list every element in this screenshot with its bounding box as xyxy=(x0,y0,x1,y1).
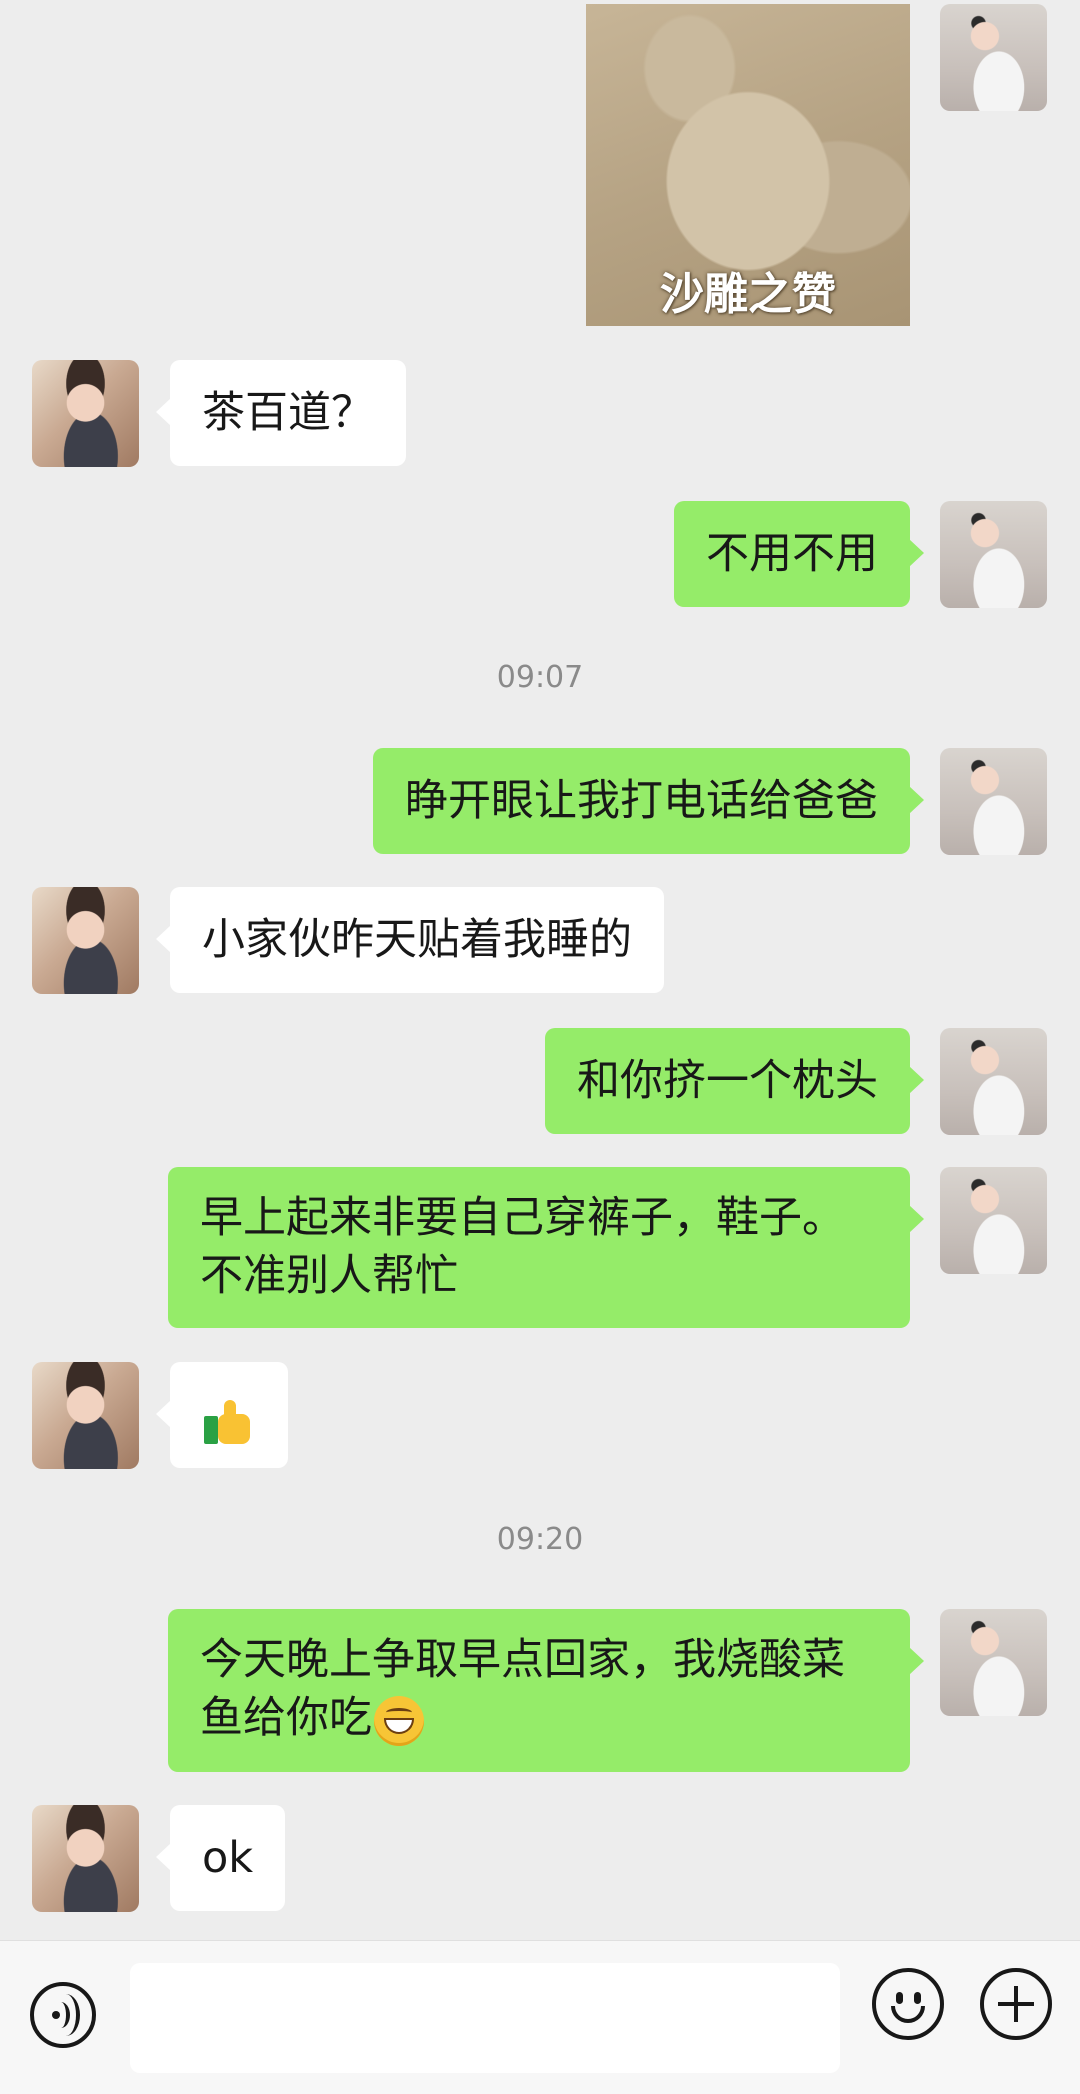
message-bubble-received[interactable]: ok xyxy=(155,1805,286,1911)
message-bubble-received[interactable]: 小家伙昨天贴着我睡的 xyxy=(156,887,664,993)
message-text: 和你挤一个枕头 xyxy=(577,1056,878,1106)
message-text: 鱼给你吃 xyxy=(200,1693,372,1743)
contact-avatar[interactable] xyxy=(32,1362,139,1469)
my-avatar[interactable] xyxy=(940,4,1047,111)
my-avatar[interactable] xyxy=(940,1028,1047,1135)
message-text-line: 今天晚上争取早点回家，我烧酸菜 xyxy=(200,1635,845,1685)
my-avatar[interactable] xyxy=(940,748,1047,855)
message-bubble-sent[interactable]: 睁开眼让我打电话给爸爸 xyxy=(373,748,924,854)
grinning-emoji-icon xyxy=(374,1695,424,1746)
timestamp: 09:07 xyxy=(496,660,584,695)
message-text: 小家伙昨天贴着我睡的 xyxy=(202,915,632,965)
message-bubble-sent[interactable]: 今天晚上争取早点回家，我烧酸菜 鱼给你吃 xyxy=(168,1609,924,1772)
message-text: 不用不用 xyxy=(706,529,878,579)
chat-input-bar xyxy=(0,1940,1080,2094)
plus-icon[interactable] xyxy=(980,1968,1052,2040)
contact-avatar[interactable] xyxy=(32,1805,139,1912)
message-text-line: 鱼给你吃 xyxy=(200,1689,878,1747)
message-text: 睁开眼让我打电话给爸爸 xyxy=(405,776,878,826)
voice-icon[interactable] xyxy=(30,1982,96,2048)
message-text: ok xyxy=(202,1833,254,1883)
message-bubble-received[interactable] xyxy=(156,1362,288,1468)
my-avatar[interactable] xyxy=(940,1609,1047,1716)
my-avatar[interactable] xyxy=(940,1167,1047,1274)
sticker-caption: 沙雕之赞 xyxy=(660,269,836,320)
message-text: 茶百道？ xyxy=(202,388,374,438)
sticker-image[interactable]: 沙雕之赞 xyxy=(586,4,910,326)
message-input[interactable] xyxy=(130,1963,840,2073)
contact-avatar[interactable] xyxy=(32,360,139,467)
message-bubble-sent[interactable]: 和你挤一个枕头 xyxy=(545,1028,924,1134)
chat-area[interactable]: 沙雕之赞 茶百道？ 不用不用 09:07 睁开眼让我打电话给爸爸 小家伙昨天贴着… xyxy=(0,0,1080,1940)
my-avatar[interactable] xyxy=(940,501,1047,608)
timestamp: 09:20 xyxy=(496,1522,584,1557)
message-bubble-sent[interactable]: 早上起来非要自己穿裤子，鞋子。 不准别人帮忙 xyxy=(168,1167,924,1328)
contact-avatar[interactable] xyxy=(32,887,139,994)
emoji-icon[interactable] xyxy=(872,1968,944,2040)
thumbs-up-emoji-icon xyxy=(202,1398,254,1446)
message-bubble-sent[interactable]: 不用不用 xyxy=(674,501,924,607)
message-text-line: 不准别人帮忙 xyxy=(200,1251,458,1301)
message-bubble-received[interactable]: 茶百道？ xyxy=(156,360,406,466)
message-text-line: 早上起来非要自己穿裤子，鞋子。 xyxy=(200,1193,845,1243)
